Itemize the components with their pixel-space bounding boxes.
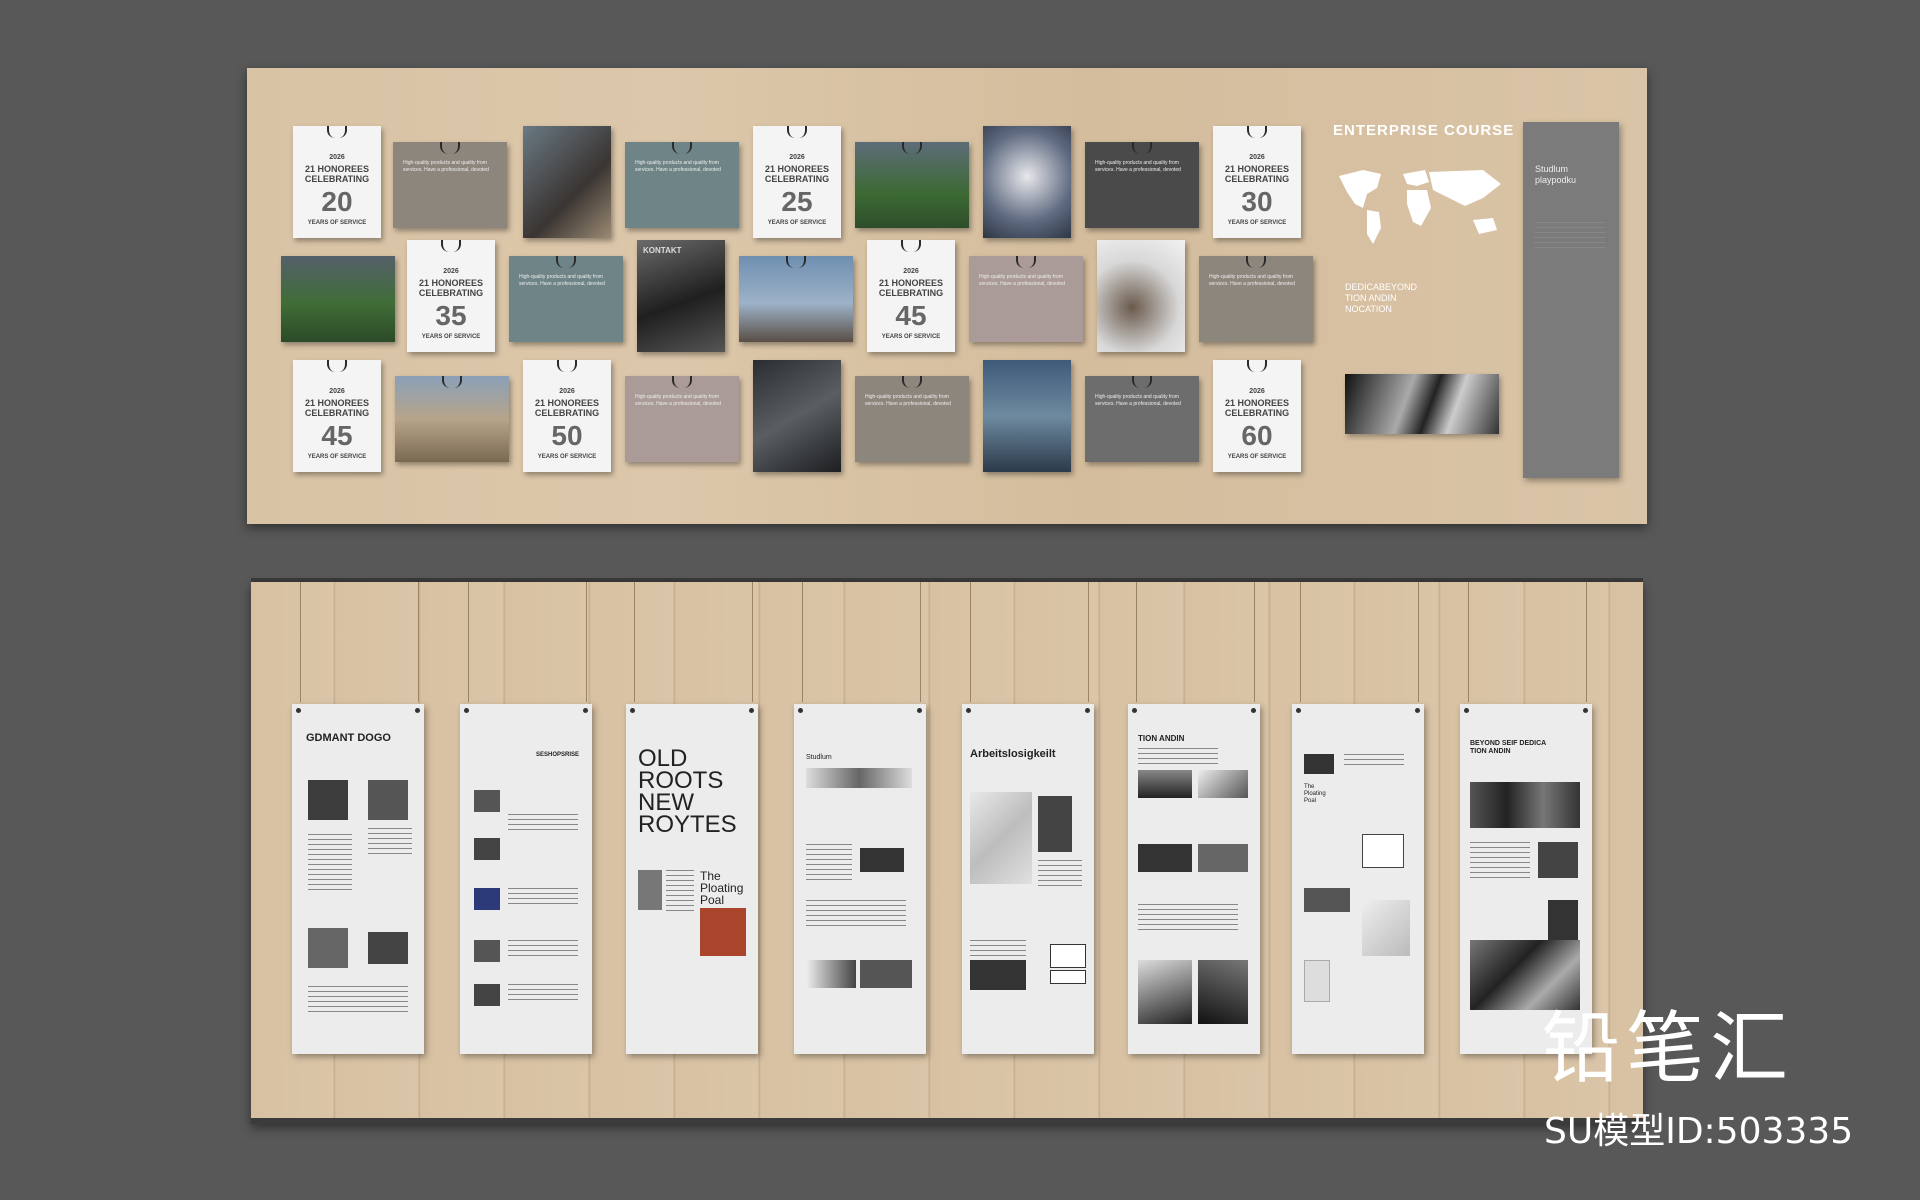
calendar-card-45: 2026 21 HONOREES CELEBRATING 45 YEARS OF …: [867, 240, 955, 352]
photo-card-surreal: [983, 360, 1071, 472]
photo-card-city: [739, 256, 853, 342]
photo-card-illustration: [1097, 240, 1185, 352]
calendar-year: 2026: [329, 154, 345, 161]
poster-title: OLD ROOTS NEW ROYTES: [638, 745, 737, 838]
rust-swatch: [700, 908, 746, 956]
calendar-card-20: 2026 21 HONOREES CELEBRATING 20 YEARS OF …: [293, 126, 381, 238]
side-info-panel: Studlum playpodku: [1523, 122, 1619, 478]
poster-title: SESHOPSRISE: [536, 752, 580, 758]
binder-clip-icon: [327, 126, 347, 138]
kontakt-label: KONTAKT: [643, 246, 682, 255]
poster-sheet-3: OLD ROOTS NEW ROYTES The Ploating Poal: [626, 704, 758, 1054]
text-card: High-quality products and quality from s…: [969, 256, 1083, 342]
text-card: High-quality products and quality from s…: [393, 142, 507, 228]
dedica-text: DEDICABEYOND TION ANDIN NOCATION: [1345, 282, 1418, 314]
brand-watermark: 铅笔汇: [1542, 1004, 1795, 1094]
poster-sheet-6: TION ANDIN: [1128, 704, 1260, 1054]
poster-title: BEYOND SEIF DEDICA TION ANDIN: [1470, 740, 1547, 755]
text-card: High-quality products and quality from s…: [1199, 256, 1313, 342]
poster-title: The Ploating Poal: [1304, 784, 1326, 804]
poster-sheet-1: GDMANT DOGO: [292, 704, 424, 1054]
calendar-card-30: 2026 21 HONOREES CELEBRATING 30 YEARS OF …: [1213, 126, 1301, 238]
side-panel-title: Studlum playpodku: [1535, 164, 1577, 185]
model-id-label: SU模型ID:503335: [1544, 1111, 1854, 1152]
poster-title: Arbeitslosigkeilt: [970, 748, 1056, 760]
calendar-number: 20: [321, 186, 353, 217]
calendar-card-50: 2026 21 HONOREES CELEBRATING 50 YEARS OF …: [523, 360, 611, 472]
poster-sheet-4: Studlum: [794, 704, 926, 1054]
photo-card-kontakt: KONTAKT: [637, 240, 725, 352]
calendar-card-35: 2026 21 HONOREES CELEBRATING 35 YEARS OF …: [407, 240, 495, 352]
poster-subtitle: The Ploating Poal: [700, 869, 744, 907]
enterprise-title: ENTERPRISE COURSE: [1333, 122, 1515, 139]
text-card: High-quality products and quality from s…: [1085, 376, 1199, 462]
poster-title: Studlum: [806, 754, 832, 761]
poster-sheet-5: Arbeitslosigkeilt: [962, 704, 1094, 1054]
calendar-card-60: 2026 21 HONOREES CELEBRATING 60 YEARS OF …: [1213, 360, 1301, 472]
photo-card-football: [855, 142, 969, 228]
poster-sheet-2: SESHOPSRISE: [460, 704, 592, 1054]
poster-title: TION ANDIN: [1138, 734, 1185, 743]
photo-card-motorbike: [395, 376, 509, 462]
side-panel-text-lines: [1535, 222, 1605, 252]
top-display-board: 2026 21 HONOREES CELEBRATING 20 YEARS OF …: [247, 68, 1647, 524]
calendar-card-45b: 2026 21 HONOREES CELEBRATING 45 YEARS OF …: [293, 360, 381, 472]
text-card: High-quality products and quality from s…: [855, 376, 969, 462]
bottom-rail: [251, 1118, 1643, 1124]
photo-card-face: [983, 126, 1071, 238]
photo-card-skydive: [523, 126, 611, 238]
calendar-heading: 21 HONOREES CELEBRATING: [304, 164, 370, 184]
calendar-footer: YEARS OF SERVICE: [307, 220, 367, 226]
photo-card-architecture: [753, 360, 841, 472]
world-map-icon: [1339, 170, 1501, 244]
calendar-card-25: 2026 21 HONOREES CELEBRATING 25 YEARS OF …: [753, 126, 841, 238]
text-card: High-quality products and quality from s…: [625, 376, 739, 462]
poster-sheet-7: The Ploating Poal: [1292, 704, 1424, 1054]
text-card: High-quality products and quality from s…: [1085, 142, 1199, 228]
text-card: High-quality products and quality from s…: [625, 142, 739, 228]
photo-tunnel: [1345, 374, 1499, 434]
text-card: High-quality products and quality from s…: [509, 256, 623, 342]
poster-title: GDMANT DOGO: [306, 732, 391, 744]
photo-card-football: [281, 256, 395, 342]
